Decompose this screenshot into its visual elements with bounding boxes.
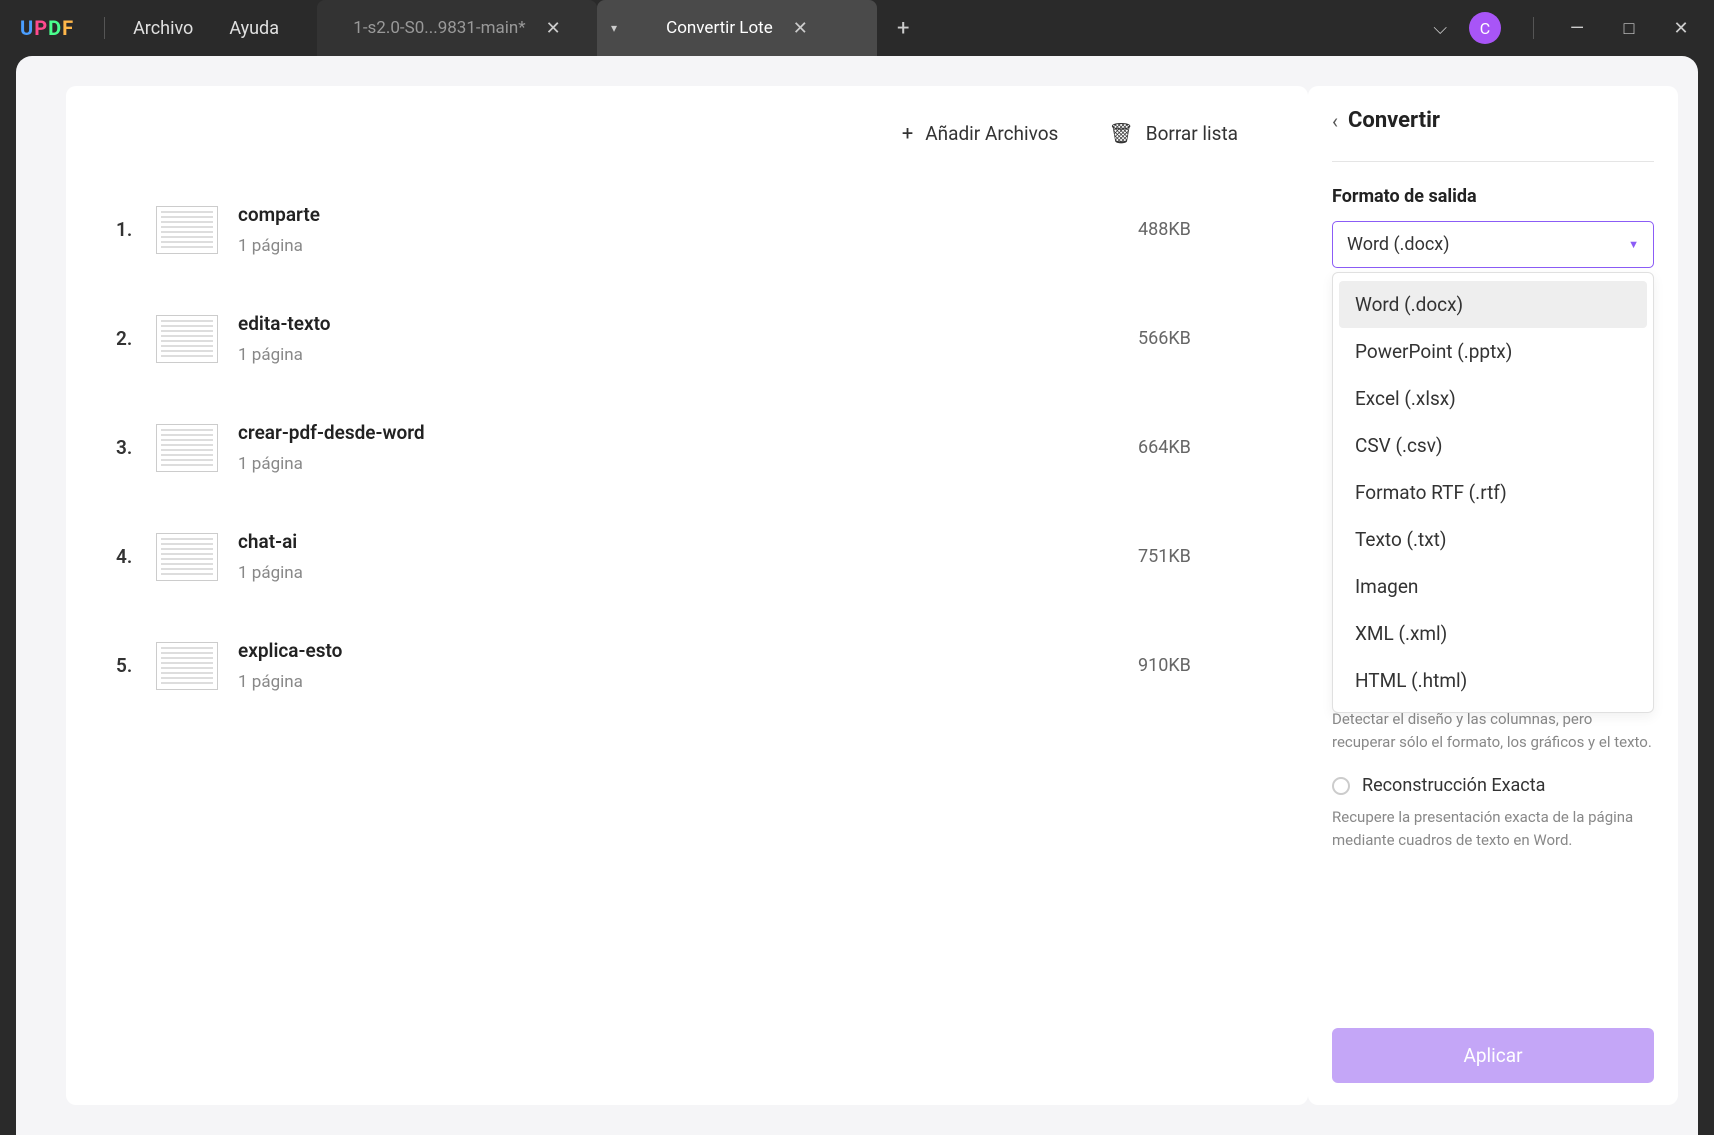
file-name: comparte (238, 203, 1138, 226)
divider (1332, 161, 1654, 162)
dropdown-option-xml[interactable]: XML (.xml) (1339, 610, 1647, 657)
trash-icon: 🗑 (1108, 121, 1133, 145)
format-dropdown: Word (.docx) PowerPoint (.pptx) Excel (.… (1332, 272, 1654, 713)
close-icon[interactable]: ✕ (1670, 18, 1692, 39)
sidebar-title: Convertir (1348, 108, 1440, 133)
thumbnail (156, 642, 218, 690)
plus-icon: + (902, 121, 913, 145)
titlebar-right: ⌵ C — □ ✕ (1433, 12, 1714, 44)
separator (104, 17, 105, 39)
clear-list-button[interactable]: 🗑 Borrar lista (1108, 121, 1238, 145)
close-icon[interactable]: ✕ (546, 18, 561, 39)
file-meta: 1 página (238, 345, 1138, 365)
dropdown-option-html[interactable]: HTML (.html) (1339, 657, 1647, 704)
separator (1533, 17, 1534, 39)
file-size: 751KB (1138, 546, 1258, 567)
row-number: 4. (116, 545, 156, 568)
file-list: 1. comparte 1 página 488KB 2. edita-text… (106, 175, 1268, 720)
file-meta: 1 página (238, 672, 1138, 692)
list-item[interactable]: 2. edita-texto 1 página 566KB (116, 284, 1258, 393)
button-label: Borrar lista (1146, 122, 1238, 145)
output-format-label: Formato de salida (1332, 186, 1654, 207)
main-toolbar: + Añadir Archivos 🗑 Borrar lista (106, 106, 1268, 175)
tab-document[interactable]: 1-s2.0-S0...9831-main* ✕ (317, 0, 597, 56)
list-item[interactable]: 1. comparte 1 página 488KB (116, 175, 1258, 284)
file-info: chat-ai 1 página (238, 530, 1138, 583)
sidebar-header: ‹ Convertir (1332, 108, 1654, 133)
back-icon[interactable]: ‹ (1332, 109, 1338, 133)
thumbnail (156, 424, 218, 472)
chevron-down-icon[interactable]: ⌵ (1433, 18, 1447, 39)
list-item[interactable]: 5. explica-esto 1 página 910KB (116, 611, 1258, 720)
dropdown-option-image[interactable]: Imagen (1339, 563, 1647, 610)
file-name: edita-texto (238, 312, 1138, 335)
dropdown-option-powerpoint[interactable]: PowerPoint (.pptx) (1339, 328, 1647, 375)
file-meta: 1 página (238, 236, 1138, 256)
tab-label: 1-s2.0-S0...9831-main* (353, 18, 525, 38)
dropdown-option-excel[interactable]: Excel (.xlsx) (1339, 375, 1647, 422)
file-size: 664KB (1138, 437, 1258, 458)
radio-label: Reconstrucción Exacta (1362, 775, 1545, 796)
radio-exact-reconstruction[interactable]: Reconstrucción Exacta (1332, 775, 1654, 796)
row-number: 2. (116, 327, 156, 350)
menu-file[interactable]: Archivo (115, 18, 211, 39)
add-files-button[interactable]: + Añadir Archivos (902, 121, 1058, 145)
file-info: comparte 1 página (238, 203, 1138, 256)
button-label: Añadir Archivos (925, 122, 1058, 145)
output-format-select[interactable]: Word (.docx) ▼ (1332, 221, 1654, 268)
main-panel: + Añadir Archivos 🗑 Borrar lista 1. comp… (66, 86, 1308, 1105)
thumbnail (156, 315, 218, 363)
dropdown-option-word[interactable]: Word (.docx) (1339, 281, 1647, 328)
file-meta: 1 página (238, 454, 1138, 474)
app-logo: UPDF (0, 16, 94, 40)
row-number: 3. (116, 436, 156, 459)
dropdown-option-text[interactable]: Texto (.txt) (1339, 516, 1647, 563)
tab-batch-convert[interactable]: ▾ Convertir Lote ✕ (597, 0, 877, 56)
file-size: 488KB (1138, 219, 1258, 240)
selected-value: Word (.docx) (1347, 234, 1449, 255)
new-tab-button[interactable]: + (877, 16, 929, 41)
maximize-icon[interactable]: □ (1618, 18, 1640, 39)
file-meta: 1 página (238, 563, 1138, 583)
menu-help[interactable]: Ayuda (211, 18, 297, 39)
workspace: + Añadir Archivos 🗑 Borrar lista 1. comp… (16, 56, 1698, 1135)
file-name: chat-ai (238, 530, 1138, 553)
dropdown-option-rtf[interactable]: Formato RTF (.rtf) (1339, 469, 1647, 516)
file-name: explica-esto (238, 639, 1138, 662)
row-number: 1. (116, 218, 156, 241)
file-name: crear-pdf-desde-word (238, 421, 1138, 444)
file-info: edita-texto 1 página (238, 312, 1138, 365)
dropdown-option-csv[interactable]: CSV (.csv) (1339, 422, 1647, 469)
hint-text: Recupere la presentación exacta de la pá… (1332, 806, 1654, 851)
chevron-down-icon[interactable]: ▾ (611, 21, 617, 35)
file-info: explica-esto 1 página (238, 639, 1138, 692)
thumbnail (156, 533, 218, 581)
minimize-icon[interactable]: — (1566, 18, 1588, 39)
radio-icon (1332, 777, 1350, 795)
row-number: 5. (116, 654, 156, 677)
close-icon[interactable]: ✕ (793, 18, 808, 39)
tab-label: Convertir Lote (666, 18, 773, 38)
file-size: 910KB (1138, 655, 1258, 676)
list-item[interactable]: 4. chat-ai 1 página 751KB (116, 502, 1258, 611)
titlebar: UPDF Archivo Ayuda 1-s2.0-S0...9831-main… (0, 0, 1714, 56)
list-item[interactable]: 3. crear-pdf-desde-word 1 página 664KB (116, 393, 1258, 502)
chevron-down-icon: ▼ (1628, 238, 1639, 251)
thumbnail (156, 206, 218, 254)
file-info: crear-pdf-desde-word 1 página (238, 421, 1138, 474)
hint-text: Detectar el diseño y las columnas, pero … (1332, 708, 1654, 753)
layout-options: Detectar el diseño y las columnas, pero … (1332, 708, 1654, 873)
sidebar-convert: ‹ Convertir Formato de salida Word (.doc… (1308, 86, 1678, 1105)
apply-button[interactable]: Aplicar (1332, 1028, 1654, 1083)
window-controls: — □ ✕ (1566, 18, 1692, 39)
tab-bar: 1-s2.0-S0...9831-main* ✕ ▾ Convertir Lot… (317, 0, 929, 56)
file-size: 566KB (1138, 328, 1258, 349)
user-avatar[interactable]: C (1469, 12, 1501, 44)
